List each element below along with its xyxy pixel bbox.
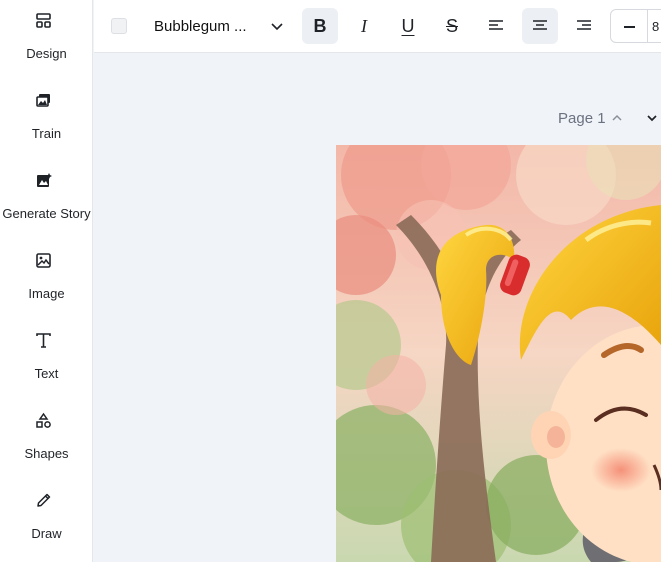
sidebar-item-label: Generate Story [2, 206, 91, 221]
page-canvas[interactable] [336, 145, 661, 562]
images-icon [36, 94, 50, 107]
font-size-stepper[interactable]: 8 [610, 9, 661, 43]
align-left-button[interactable] [478, 8, 514, 44]
image-icon [36, 253, 51, 268]
sidebar-item-label: Design [26, 46, 67, 61]
sidebar-item-label: Shapes [24, 446, 69, 461]
layout-icon [36, 13, 51, 28]
illustration-girl-with-cat [336, 145, 661, 562]
italic-icon: I [361, 16, 367, 36]
ai-image-icon [37, 173, 52, 187]
sidebar-item-generate-story[interactable]: Generate Story [0, 160, 93, 240]
font-family-select[interactable]: Bubblegum ... [146, 8, 296, 44]
sidebar-item-shapes[interactable]: Shapes [0, 400, 93, 480]
underline-button[interactable]: U [390, 8, 426, 44]
pencil-icon [37, 493, 51, 507]
chevron-down-icon[interactable] [646, 112, 658, 124]
font-size-value[interactable]: 8 [652, 19, 659, 34]
strikethrough-button[interactable]: S [434, 8, 470, 44]
sidebar-item-train[interactable]: Train [0, 80, 93, 160]
align-center-button[interactable] [522, 8, 558, 44]
sidebar-item-label: Image [28, 286, 65, 301]
strikethrough-icon: S [445, 16, 458, 36]
sidebar-item-draw[interactable]: Draw [0, 480, 93, 560]
bold-button[interactable]: B [302, 8, 338, 44]
text-toolbar: Bubblegum ... B I U S 8 [94, 0, 661, 53]
page-label: Page 1 [558, 110, 606, 127]
bold-icon: B [313, 16, 327, 36]
shapes-icon [36, 412, 51, 428]
sidebar-item-design[interactable]: Design [0, 0, 93, 80]
align-right-icon [577, 20, 591, 30]
sidebar-item-label: Draw [31, 526, 62, 541]
minus-icon[interactable] [624, 26, 635, 28]
sidebar-item-text[interactable]: Text [0, 320, 93, 400]
stepper-divider [647, 10, 648, 42]
chevron-down-icon [271, 23, 283, 31]
sidebar-item-image[interactable]: Image [0, 240, 93, 320]
text-icon [36, 333, 51, 348]
sidebar-item-label: Train [31, 126, 62, 141]
font-family-value: Bubblegum ... [154, 18, 247, 35]
align-left-icon [489, 20, 503, 30]
align-right-button[interactable] [566, 8, 602, 44]
italic-button[interactable]: I [346, 8, 382, 44]
text-color-swatch[interactable] [111, 18, 127, 34]
align-center-icon [533, 20, 547, 30]
chevron-up-icon[interactable] [611, 112, 623, 124]
sidebar-item-label: Text [34, 366, 59, 381]
underline-icon: U [401, 16, 415, 36]
left-sidebar: Design Train Generate Story Image Text S… [0, 0, 93, 562]
